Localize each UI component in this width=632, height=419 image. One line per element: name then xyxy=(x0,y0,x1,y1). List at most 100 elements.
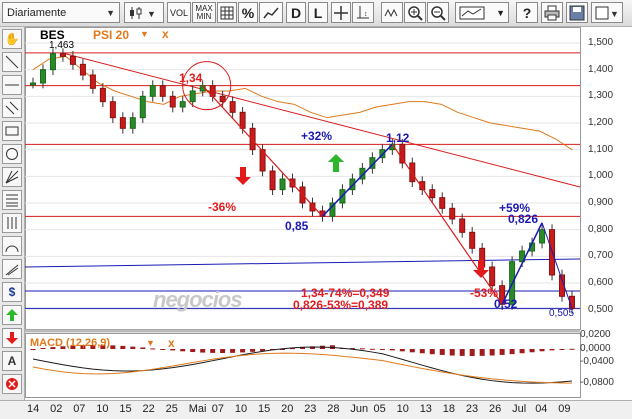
x-tick-label: 18 xyxy=(442,403,456,415)
rectangle-tool[interactable] xyxy=(2,121,22,141)
macd-bar xyxy=(250,349,256,352)
overlay-close-icon[interactable]: x xyxy=(162,27,169,41)
gann-tool[interactable] xyxy=(2,213,22,233)
macd-bar xyxy=(30,349,36,350)
export-button[interactable]: ▼ xyxy=(591,2,623,23)
percent-label: % xyxy=(241,4,255,21)
diagonal-line-icon xyxy=(5,55,19,69)
export-icon: ▼ xyxy=(595,6,619,19)
x-tick-label: 15 xyxy=(258,403,271,415)
macd-bar xyxy=(220,349,226,353)
macd-bar xyxy=(210,349,216,353)
macd-tick-label: 0,0000 xyxy=(580,343,611,354)
x-tick-label: 10 xyxy=(96,403,109,415)
volume-button[interactable]: VOL xyxy=(167,2,191,23)
last-price-label: 0,505 xyxy=(549,308,575,319)
decline3-line xyxy=(541,222,573,309)
wave-button[interactable] xyxy=(381,2,403,23)
zoom-in-button[interactable] xyxy=(404,2,426,23)
print-icon xyxy=(544,5,560,20)
x-tick-label: 05 xyxy=(373,403,386,415)
text-tool[interactable]: A xyxy=(2,351,22,371)
zoom-out-button[interactable] xyxy=(427,2,449,23)
d-button[interactable]: D xyxy=(286,2,306,23)
candle-body xyxy=(129,117,136,129)
hline-tool[interactable] xyxy=(2,75,22,95)
chevron-down-icon: ▼ xyxy=(496,7,505,18)
sell-arrow-tool[interactable] xyxy=(2,328,22,348)
grid-button[interactable] xyxy=(217,2,237,23)
arc-tool[interactable] xyxy=(2,236,22,256)
macd-bar xyxy=(130,346,136,349)
overlay-menu-icon[interactable]: ▼ xyxy=(140,29,149,39)
macd-bar xyxy=(180,349,186,352)
x-tick-label: Jul xyxy=(512,403,527,415)
x-tick-label: 04 xyxy=(535,403,548,415)
channel-tool[interactable] xyxy=(2,98,22,118)
y-tick-label: 1,200 xyxy=(588,117,614,128)
macd-bar xyxy=(369,348,375,350)
text-icon: A xyxy=(7,354,17,368)
gann-grid-icon xyxy=(7,217,17,229)
candle-body xyxy=(539,229,546,244)
help-button[interactable]: ? xyxy=(516,2,538,23)
calc2-annotation: 0,826-53%=0,389 xyxy=(293,298,389,312)
macd-menu-icon[interactable]: ▼ xyxy=(146,338,155,348)
candlestick-chart-button[interactable]: ▼ xyxy=(124,2,164,23)
cursor-line-button[interactable]: ↕ xyxy=(352,2,374,23)
macd-bar xyxy=(359,348,365,350)
line-chart-icon xyxy=(263,7,279,18)
y-tick-label: 0,600 xyxy=(588,277,614,288)
trend-support-line xyxy=(25,258,581,268)
fan-tool[interactable] xyxy=(2,167,22,187)
macd-close-icon[interactable]: x xyxy=(168,336,175,350)
circle-icon xyxy=(6,148,18,160)
y-tick-label: 0,800 xyxy=(588,223,614,235)
percent-button[interactable]: % xyxy=(238,2,258,23)
macd-bar xyxy=(439,349,445,355)
candle-body xyxy=(409,162,416,183)
rally2-line xyxy=(501,222,543,305)
save-button[interactable] xyxy=(566,2,588,23)
macd-bar xyxy=(150,348,156,350)
crosshair-button[interactable] xyxy=(331,2,351,23)
period-select[interactable]: Diariamente ▼ xyxy=(2,2,120,23)
buy-arrow-tool[interactable] xyxy=(2,305,22,325)
save-icon xyxy=(569,5,585,20)
speed-lines-tool[interactable] xyxy=(2,259,22,279)
x-tick-label: 02 xyxy=(50,403,63,415)
trendline-tool[interactable] xyxy=(2,52,22,72)
price-chart[interactable]: BES PSI 20 ▼ x 1,463 1,34 +32% 1,12 -36%… xyxy=(25,27,632,400)
macd-label: MACD (12,26,9) xyxy=(30,337,111,349)
maxmin-button[interactable]: MAX MIN xyxy=(192,2,216,23)
print-button[interactable] xyxy=(541,2,563,23)
dollar-tool[interactable]: $ xyxy=(2,282,22,302)
svg-text:▼: ▼ xyxy=(610,9,619,19)
x-tick-label: Jun xyxy=(350,403,369,415)
hand-tool[interactable]: ✋ xyxy=(2,29,22,49)
zoom-out-icon xyxy=(431,5,446,21)
macd-bar xyxy=(569,348,575,350)
candle-body xyxy=(79,63,86,76)
macd-bar xyxy=(120,345,126,349)
rally1-line xyxy=(321,143,393,217)
x-tick-label: 26 xyxy=(489,403,502,415)
circle-tool[interactable] xyxy=(2,144,22,164)
candle-body xyxy=(189,90,196,103)
fibonacci-tool[interactable] xyxy=(2,190,22,210)
l-label: L xyxy=(313,4,323,21)
delete-tool[interactable] xyxy=(2,374,22,394)
indicators-select[interactable]: ▼ xyxy=(455,2,509,23)
l-button[interactable]: L xyxy=(308,2,328,23)
y-tick-label: 1,300 xyxy=(588,90,614,102)
line-chart-button[interactable] xyxy=(259,2,283,23)
candle-body xyxy=(459,218,466,233)
macd-bar xyxy=(509,349,515,355)
candle-body xyxy=(449,207,456,220)
macd-bar xyxy=(489,349,495,356)
candle-body xyxy=(469,231,476,249)
macd-bar xyxy=(409,349,415,353)
candle-body xyxy=(159,85,166,97)
rectangle-icon xyxy=(5,126,19,136)
candle-body xyxy=(69,55,76,65)
